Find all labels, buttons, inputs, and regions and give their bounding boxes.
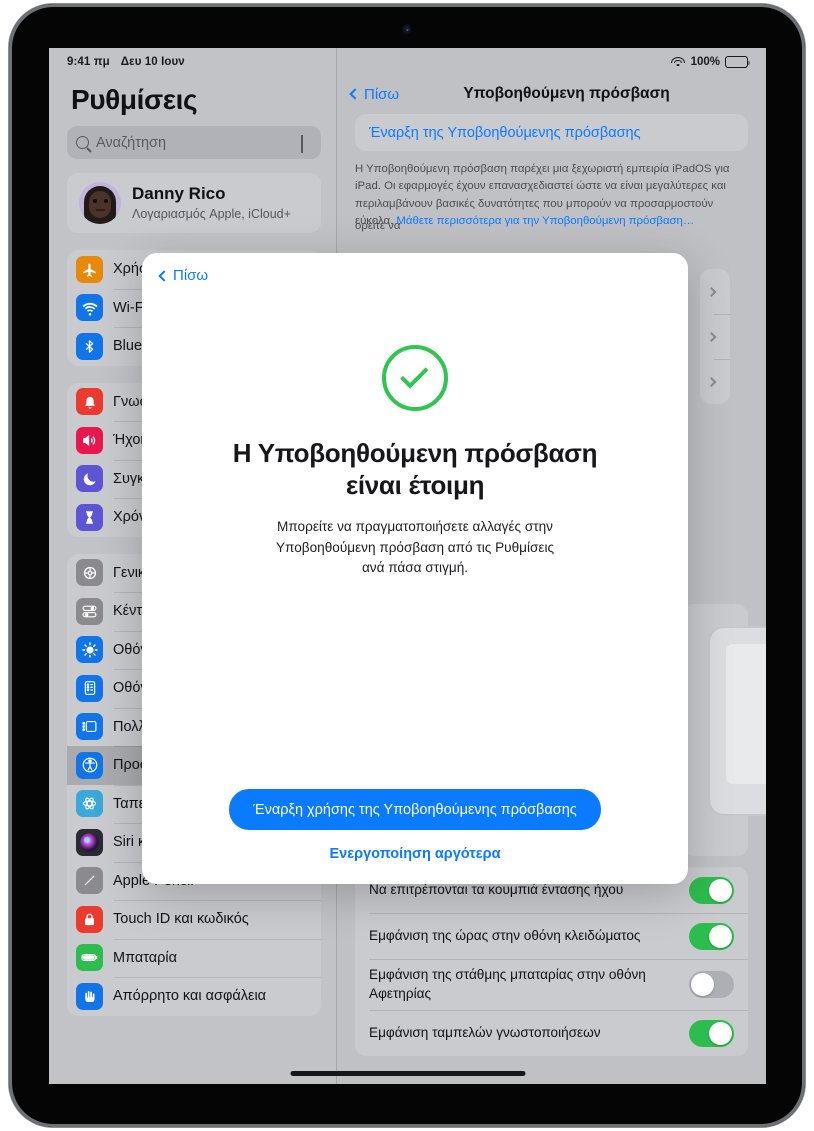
toggle-row: Εμφάνιση της στάθμης μπαταρίας στην οθόν… (355, 959, 748, 1010)
home-indicator[interactable] (290, 1071, 525, 1076)
modal-actions: Έναρξη χρήσης της Υποβοηθούμενης πρόσβασ… (142, 789, 688, 862)
wifi-icon (76, 294, 103, 322)
chevron-right-icon (706, 376, 717, 387)
toggle-switch[interactable] (689, 876, 734, 904)
back-button-label: Πίσω (364, 85, 400, 103)
speaker-icon (76, 426, 103, 454)
lock-icon (76, 905, 103, 933)
toggle-row: Εμφάνιση της ώρας στην οθόνη κλειδώματος (355, 913, 748, 959)
options-list-card (700, 269, 730, 404)
toggle-switch[interactable] (689, 922, 734, 950)
bell-icon (76, 388, 103, 416)
toggle-switch[interactable] (689, 1019, 734, 1047)
moon-icon (76, 465, 103, 493)
modal-title: Η Υποβοηθούμενη πρόσβαση είναι έτοιμη (232, 438, 598, 501)
sidebar-item-battery[interactable]: Μπαταρία (67, 938, 321, 978)
battery-percentage: 100% (690, 56, 720, 68)
toggle-settings-card: Να επιτρέπονται τα κουμπιά έντασης ήχου Ε… (355, 867, 748, 1056)
status-date: Δευ 10 Ιουν (120, 56, 185, 68)
chevron-left-icon (158, 269, 170, 282)
status-bar: 9:41 πμ Δευ 10 Ιουν 100% (49, 48, 766, 76)
modal-body: Η Υποβοηθούμενη πρόσβαση είναι έτοιμη Μπ… (142, 345, 688, 579)
ipad-preview-illustration (708, 626, 766, 816)
search-input[interactable]: Αναζήτηση (67, 126, 321, 159)
status-time: 9:41 πμ (67, 56, 110, 68)
modal-back-button[interactable]: Πίσω (158, 267, 209, 284)
gear-icon (76, 559, 103, 587)
toggle-label: Εμφάνιση ταμπελών γνωστοποιήσεων (369, 1024, 601, 1040)
toggle-switch[interactable] (689, 971, 734, 999)
control-center-icon (76, 597, 103, 625)
list-item[interactable] (700, 314, 730, 359)
microphone-icon[interactable] (301, 134, 310, 153)
account-row[interactable]: Danny Rico Λογαριασμός Apple, iCloud+ (67, 173, 321, 233)
chevron-right-icon (706, 286, 717, 297)
search-icon (76, 136, 89, 149)
list-item[interactable] (700, 359, 730, 404)
account-name: Danny Rico (132, 184, 226, 204)
front-camera-icon (402, 24, 412, 35)
search-placeholder: Αναζήτηση (96, 134, 167, 151)
sidebar-item-label: Touch ID και κωδικός (113, 911, 249, 928)
ipad-device-frame: Ρυθμίσεις Αναζήτηση Danny Rico Λογαριασμ… (9, 4, 805, 1127)
battery-icon (76, 944, 103, 972)
detail-nav-bar: Πίσω Υποβοηθούμενη πρόσβαση (337, 76, 766, 112)
modal-back-label: Πίσω (173, 267, 209, 284)
occluded-description-fragment: ορείτε να (355, 220, 401, 232)
back-button[interactable]: Πίσω (349, 85, 400, 103)
sidebar-item-privacy-hand[interactable]: Απόρρητο και ασφάλεια (67, 977, 321, 1016)
wallpaper-icon (76, 790, 103, 818)
toggle-row: Εμφάνιση ταμπελών γνωστοποιήσεων (355, 1010, 748, 1056)
screen: Ρυθμίσεις Αναζήτηση Danny Rico Λογαριασμ… (49, 48, 766, 1084)
avatar (79, 182, 121, 224)
enable-later-button[interactable]: Ενεργοποίηση αργότερα (330, 846, 501, 862)
modal-subtitle: Μπορείτε να πραγματοποιήσετε αλλαγές στη… (275, 519, 555, 576)
sidebar-item-label: Ήχοι (113, 432, 144, 449)
assistive-access-ready-modal: Πίσω Η Υποβοηθούμενη πρόσβαση είναι έτοι… (142, 253, 688, 884)
privacy-hand-icon (76, 982, 103, 1010)
sidebar-item-label: Μπαταρία (113, 949, 178, 966)
sidebar-item-lock[interactable]: Touch ID και κωδικός (67, 900, 321, 939)
chevron-left-icon (349, 88, 361, 100)
detail-title: Υποβοηθούμενη πρόσβαση (463, 85, 670, 102)
toggle-label: Εμφάνιση της ώρας στην οθόνη κλειδώματος (369, 928, 641, 944)
multitasking-icon (76, 713, 103, 741)
wifi-icon (671, 56, 686, 68)
hourglass-icon (76, 503, 103, 531)
chevron-right-icon (706, 331, 717, 342)
list-item[interactable] (700, 269, 730, 314)
check-circle-icon (382, 345, 448, 411)
start-row-label: Έναρξη της Υποβοηθούμενης πρόσβασης (369, 124, 641, 141)
brightness-icon (76, 636, 103, 664)
bluetooth-icon (76, 332, 103, 360)
accessibility-icon (76, 751, 103, 779)
sidebar-item-label: Απόρρητο και ασφάλεια (113, 988, 267, 1005)
start-assistive-access-card[interactable]: Έναρξη της Υποβοηθούμενης πρόσβασης (355, 114, 748, 151)
start-using-assistive-access-button[interactable]: Έναρξη χρήσης της Υποβοηθούμενης πρόσβασ… (229, 789, 601, 830)
airplane-icon (76, 255, 103, 283)
device-preview-card (682, 604, 766, 856)
start-assistive-access-row[interactable]: Έναρξη της Υποβοηθούμενης πρόσβασης (355, 114, 748, 151)
account-subtitle: Λογαριασμός Apple, iCloud+ (132, 206, 291, 221)
pencil-icon (76, 867, 103, 895)
battery-full-icon (725, 56, 751, 68)
toggle-label: Εμφάνιση της στάθμης μπαταρίας στην οθόν… (369, 967, 646, 1001)
home-screen-icon (76, 674, 103, 702)
siri-icon (76, 828, 103, 856)
